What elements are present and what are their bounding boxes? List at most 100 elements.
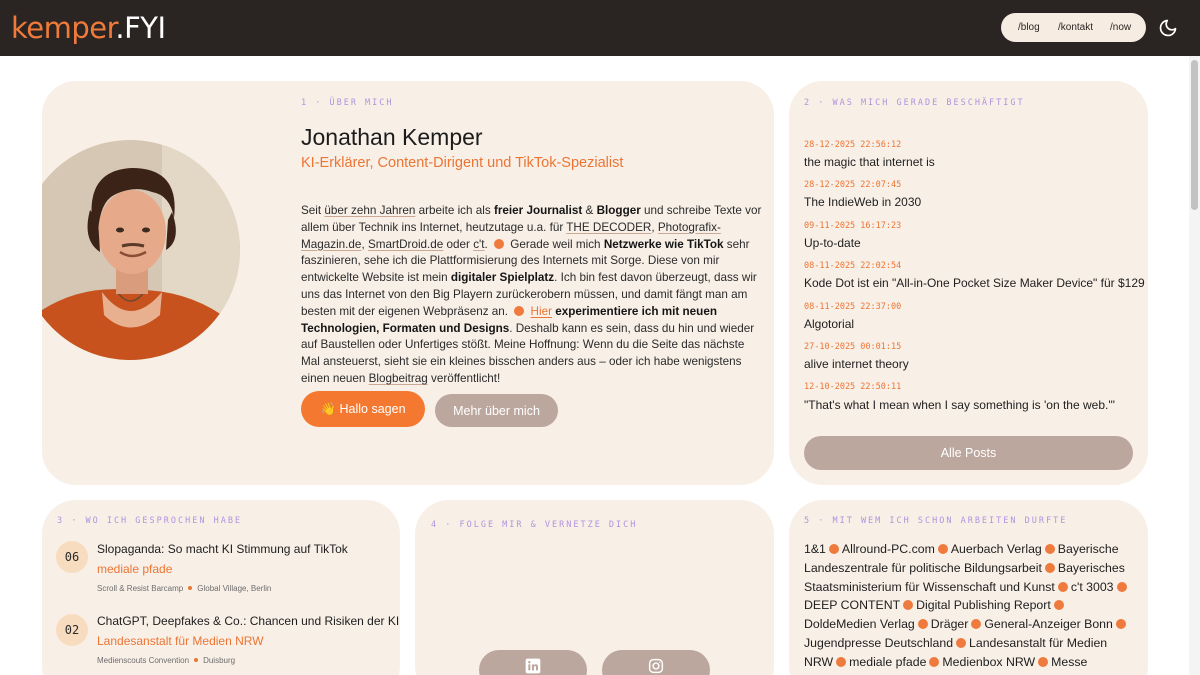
bullet-dot (828, 544, 839, 554)
post-title-link[interactable]: The IndieWeb in 2030 (804, 195, 921, 209)
meta-separator (188, 586, 193, 590)
bio-bold: digitaler Spielplatz (450, 271, 555, 285)
post-date: 28-12-2025 22:56:12 (804, 140, 902, 150)
bio-link-smartdroid[interactable]: SmartDroid.de (368, 238, 443, 251)
bullet-dot (929, 656, 940, 667)
section-label-clients: 5 · MIT WEM ICH SCHON ARBEITEN DURFTE (804, 516, 1068, 526)
more-about-me-button[interactable]: Mehr über mich (435, 394, 558, 427)
talk-title-link[interactable]: Slopaganda: So macht KI Stimmung auf Tik… (97, 542, 348, 556)
talk-location: Duisburg (203, 656, 236, 665)
post-date: 09-11-2025 16:17:23 (804, 221, 902, 231)
client-name: mediale pfade (849, 654, 927, 669)
post-title-link[interactable]: Kode Dot ist ein "All-in-One Pocket Size… (804, 276, 1145, 290)
bio-text-part: & (582, 204, 597, 217)
section-label-about: 1 · ÜBER MICH (301, 98, 394, 108)
bio-bold: Netzwerke wie TikTok (603, 237, 724, 251)
about-card: 1 · ÜBER MICH Jonathan Kemper KI-Erkläre… (42, 81, 774, 485)
bio-text-part: veröffentlicht! (427, 371, 501, 385)
logo-main: kemper (11, 11, 116, 45)
talk-event: Medienscouts Convention (97, 656, 190, 665)
section-label-social: 4 · FOLGE MIR & VERNETZE DICH (431, 520, 638, 530)
post-date: 27-10-2025 00:01:15 (804, 342, 902, 352)
client-name: Allround-PC.com (841, 542, 935, 556)
bio-text-part: Seit (301, 204, 325, 217)
client-name: 1&1 (804, 542, 826, 556)
bullet-dot (1116, 581, 1127, 592)
logo-tld: .FYI (115, 11, 166, 45)
bullet-dot (971, 619, 982, 630)
post-date: 08-11-2025 22:02:54 (804, 261, 902, 271)
bullet-dot (494, 238, 505, 249)
bullet-dot (1057, 581, 1068, 592)
bio-text: Seit über zehn Jahren arbeite ich als fr… (301, 203, 763, 388)
bullet-dot (903, 600, 914, 611)
profile-name: Jonathan Kemper (301, 124, 483, 150)
bullet-dot (1038, 656, 1049, 667)
bullet-dot (917, 619, 928, 630)
bullet-dot (937, 544, 948, 554)
section-label-now: 2 · WAS MICH GERADE BESCHÄFTIGT (804, 98, 1025, 108)
bio-text-part: . (484, 237, 492, 251)
instagram-icon (648, 658, 664, 674)
client-name: DoldeMedien Verlag (804, 617, 915, 632)
talk-location: Global Village, Berlin (197, 584, 272, 593)
say-hello-button[interactable]: 👋 Hallo sagen (301, 391, 425, 427)
talk-organizer: mediale pfade (97, 562, 173, 576)
bio-link-hier[interactable]: Hier (531, 305, 552, 318)
client-name: Medienbox NRW (942, 654, 1036, 669)
post-date: 28-12-2025 22:07:45 (804, 180, 902, 190)
client-list: 1&1 Allround-PC.com Auerbach Verlag Bayeris… (804, 540, 1136, 675)
clients-card: 5 · MIT WEM ICH SCHON ARBEITEN DURFTE 1&… (789, 500, 1148, 675)
social-card: 4 · FOLGE MIR & VERNETZE DICH (415, 500, 774, 675)
client-name: DEEP CONTENT (804, 598, 901, 613)
site-header: kemper.FYI /blog /kontakt /now (0, 0, 1200, 56)
moon-icon[interactable] (1158, 18, 1178, 38)
bio-bold: Blogger (596, 204, 641, 217)
post-title-link[interactable]: "That's what I mean when I say something… (804, 398, 1115, 412)
all-posts-button[interactable]: Alle Posts (804, 436, 1133, 470)
client-name: Dräger (930, 617, 969, 632)
bio-text-part: Gerade weil mich (507, 237, 604, 251)
bio-link-the-decoder[interactable]: THE DECODER (566, 221, 651, 234)
post-date: 08-11-2025 22:37:00 (804, 302, 902, 312)
talk-count-badge: 06 (56, 541, 88, 573)
bio-link-ct[interactable]: c't (473, 238, 484, 251)
bio-link-blogbeitrag[interactable]: Blogbeitrag (369, 372, 428, 385)
talk-count-badge: 02 (56, 614, 88, 646)
bullet-dot (836, 656, 847, 667)
linkedin-icon (525, 658, 541, 674)
post-title-link[interactable]: Up-to-date (804, 236, 861, 250)
post-title-link[interactable]: the magic that internet is (804, 155, 935, 169)
bullet-dot (956, 637, 967, 648)
bio-text-part: oder (443, 237, 474, 251)
talk-organizer: Landesanstalt für Medien NRW (97, 634, 264, 648)
post-title-link[interactable]: alive internet theory (804, 357, 909, 371)
client-name: General-Anzeiger Bonn (984, 617, 1113, 632)
post-title-link[interactable]: Algotorial (804, 317, 854, 331)
client-name: Digital Publishing Report (916, 598, 1051, 613)
bullet-dot (514, 305, 525, 316)
site-logo[interactable]: kemper.FYI (11, 11, 166, 45)
bullet-dot (1044, 562, 1055, 573)
client-name: Auerbach Verlag (950, 542, 1042, 556)
scrollbar-thumb[interactable] (1191, 60, 1198, 210)
client-name: c't 3003 (1070, 579, 1114, 594)
talk-meta: Scroll & Resist Barcamp Global Village, B… (97, 584, 271, 593)
bullet-dot (1044, 544, 1055, 554)
linkedin-button[interactable] (479, 650, 587, 675)
bio-text-part: arbeite ich als (415, 204, 494, 217)
bio-link-years[interactable]: über zehn Jahren (324, 204, 415, 217)
client-name: Jugendpresse Deutschland (804, 635, 954, 650)
section-label-talks: 3 · WO ICH GESPROCHEN HABE (57, 516, 243, 526)
talks-card: 3 · WO ICH GESPROCHEN HABE 06 Slopaganda… (42, 500, 400, 675)
nav-blog[interactable]: /blog (1018, 22, 1040, 33)
nav-now[interactable]: /now (1110, 22, 1131, 33)
talk-title-link[interactable]: ChatGPT, Deepfakes & Co.: Chancen und Ri… (97, 614, 399, 628)
bullet-dot (1053, 600, 1064, 611)
talk-meta: Medienscouts Convention Duisburg (97, 656, 235, 665)
now-card: 2 · WAS MICH GERADE BESCHÄFTIGT 28-12-20… (789, 81, 1148, 485)
instagram-button[interactable] (602, 650, 710, 675)
profile-photo (42, 140, 240, 360)
profile-tagline: KI-Erklärer, Content-Dirigent und TikTok… (301, 155, 624, 171)
nav-kontakt[interactable]: /kontakt (1058, 22, 1093, 33)
